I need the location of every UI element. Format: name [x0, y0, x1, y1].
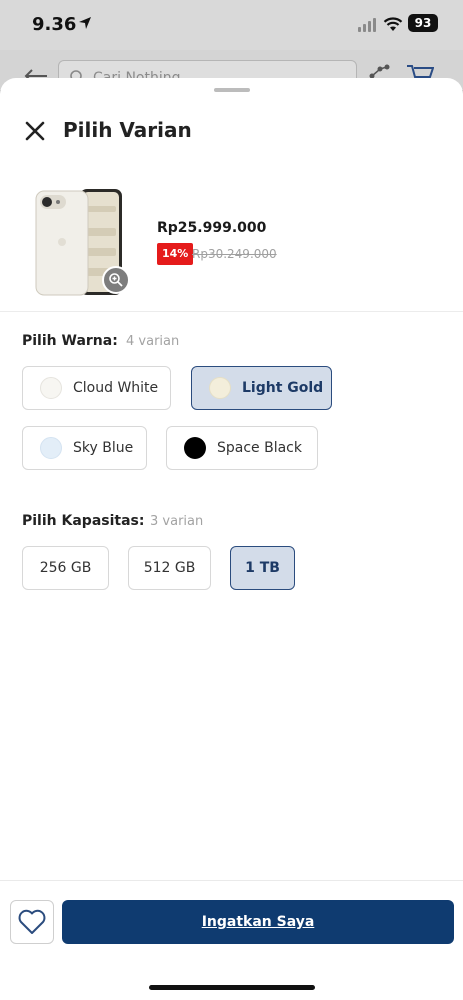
capacity-option-256gb[interactable]: 256 GB [22, 546, 109, 590]
capacity-option-label: 512 GB [143, 560, 196, 576]
color-swatch [40, 437, 62, 459]
color-option-light-gold[interactable]: Light Gold [191, 366, 332, 410]
capacity-option-label: 1 TB [245, 560, 280, 576]
wishlist-button[interactable] [10, 900, 54, 944]
color-swatch [184, 437, 206, 459]
location-arrow-icon [78, 15, 92, 34]
original-price: Rp30.249.000 [192, 247, 277, 261]
variant-bottom-sheet: Pilih Varian Rp25.999.000 14% Rp30.249.0… [0, 78, 463, 1000]
discount-badge: 14% [157, 243, 194, 265]
color-variant-count: 4 varian [126, 334, 180, 349]
sheet-grabber[interactable] [214, 88, 250, 92]
color-swatch [209, 377, 231, 399]
color-option-sky-blue[interactable]: Sky Blue [22, 426, 147, 470]
color-section-label: Pilih Warna: [22, 333, 118, 349]
heart-icon [18, 909, 46, 934]
capacity-option-1tb[interactable]: 1 TB [230, 546, 295, 590]
status-bar: 9.36 93 [0, 0, 463, 50]
capacity-variant-count: 3 varian [150, 514, 204, 529]
battery-indicator: 93 [408, 14, 438, 32]
capacity-option-label: 256 GB [39, 560, 92, 576]
color-option-label: Cloud White [73, 380, 159, 396]
close-icon[interactable] [24, 120, 46, 142]
footer-divider [0, 880, 463, 881]
wifi-icon [383, 16, 403, 36]
remind-me-button[interactable]: Ingatkan Saya [62, 900, 454, 944]
product-price: Rp25.999.000 [157, 220, 267, 236]
cellular-signal-icon [358, 18, 376, 32]
color-option-space-black[interactable]: Space Black [166, 426, 318, 470]
divider [0, 311, 463, 312]
capacity-option-512gb[interactable]: 512 GB [128, 546, 211, 590]
color-option-cloud-white[interactable]: Cloud White [22, 366, 171, 410]
color-option-label: Sky Blue [73, 440, 134, 456]
color-option-label: Light Gold [242, 380, 324, 396]
capacity-section-label: Pilih Kapasitas: [22, 513, 145, 529]
zoom-icon[interactable] [102, 266, 130, 294]
home-indicator [149, 985, 315, 990]
status-time: 9.36 [32, 14, 77, 35]
color-option-label: Space Black [217, 440, 302, 456]
sheet-title: Pilih Varian [63, 118, 192, 142]
color-swatch [40, 377, 62, 399]
